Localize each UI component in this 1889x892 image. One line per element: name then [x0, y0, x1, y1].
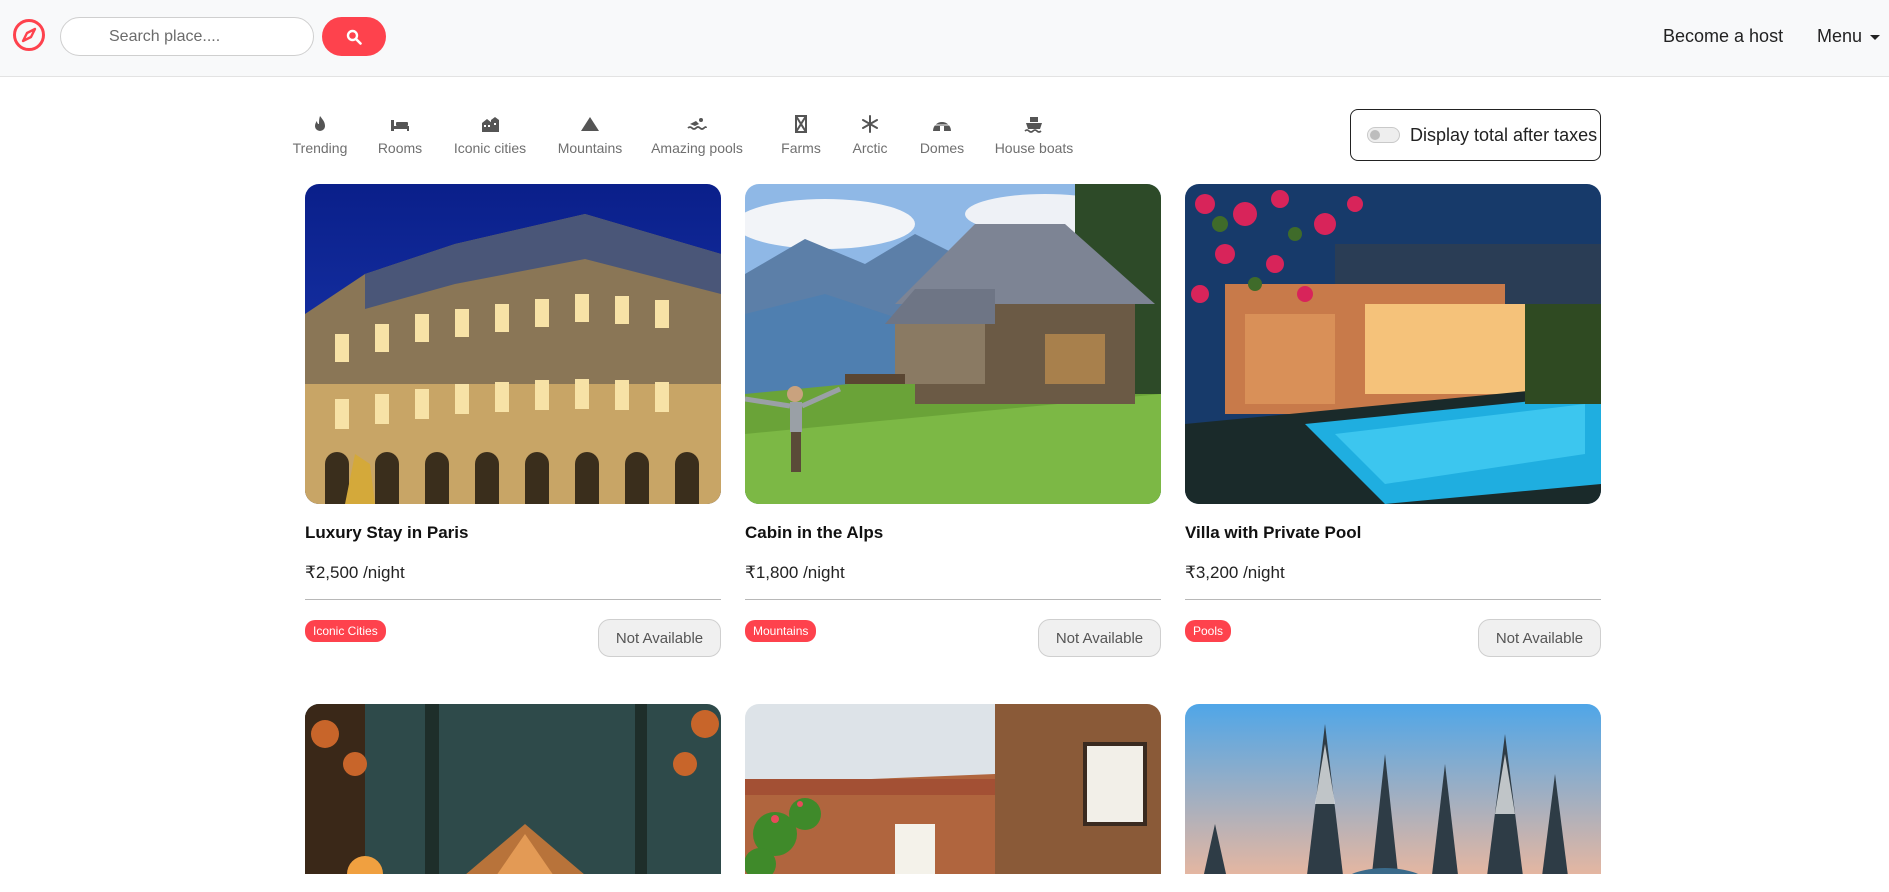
filter-label: Farms [781, 140, 821, 156]
availability-button[interactable]: Not Available [1038, 619, 1161, 657]
filter-label: Rooms [377, 140, 423, 156]
tax-toggle[interactable]: Display total after taxes [1350, 109, 1601, 161]
listing-card[interactable] [305, 704, 721, 874]
compass-icon[interactable] [12, 18, 46, 52]
listing-card[interactable]: Luxury Stay in Paris ₹2,500 /night Iconi… [305, 184, 721, 657]
listing-image[interactable] [305, 704, 721, 874]
listing-card[interactable]: Villa with Private Pool ₹3,200 /night Po… [1185, 184, 1601, 657]
listing-title[interactable]: Luxury Stay in Paris [305, 523, 721, 543]
filter-label: Amazing pools [651, 140, 743, 156]
filter-rooms[interactable]: Rooms [350, 114, 450, 156]
listing-card[interactable] [745, 704, 1161, 874]
listing-image[interactable] [1185, 704, 1601, 874]
availability-button[interactable]: Not Available [598, 619, 721, 657]
listing-price: ₹3,200 /night [1185, 563, 1285, 582]
filter-amazing-pools[interactable]: Amazing pools [647, 114, 747, 156]
search-input[interactable] [60, 17, 314, 56]
menu-dropdown[interactable]: Menu [1817, 26, 1881, 47]
listing-card[interactable] [1185, 704, 1601, 874]
filter-domes[interactable]: Domes [892, 114, 992, 156]
mountain-icon [581, 117, 599, 131]
filter-label: Arctic [852, 140, 888, 156]
listing-card[interactable]: Cabin in the Alps ₹1,800 /night Mountain… [745, 184, 1161, 657]
category-badge: Iconic Cities [305, 620, 386, 642]
igloo-icon [933, 122, 951, 131]
listing-image[interactable] [305, 184, 721, 504]
filter-iconic-cities[interactable]: Iconic cities [440, 114, 540, 156]
search-icon [346, 29, 362, 45]
availability-button[interactable]: Not Available [1478, 619, 1601, 657]
category-badge: Pools [1185, 620, 1232, 642]
navbar: Become a host Menu [0, 0, 1889, 77]
listing-title[interactable]: Cabin in the Alps [745, 523, 1161, 543]
filter-label: Trending [292, 140, 348, 156]
search-button[interactable] [322, 17, 386, 56]
filter-mountains[interactable]: Mountains [540, 114, 640, 156]
filter-label: House boats [994, 140, 1074, 156]
farm-icon [795, 115, 807, 133]
listing-price: ₹1,800 /night [745, 563, 845, 582]
listing-image[interactable] [1185, 184, 1601, 504]
bed-icon [391, 120, 409, 131]
listing-image[interactable] [745, 184, 1161, 504]
snowflake-icon [862, 115, 878, 133]
swimmer-icon [687, 118, 707, 130]
category-badge: Mountains [745, 620, 817, 642]
menu-label: Menu [1817, 26, 1863, 46]
become-host-link[interactable]: Become a host [1663, 26, 1783, 47]
tax-switch[interactable] [1367, 127, 1400, 143]
chevron-down-icon [1870, 35, 1881, 40]
filter-house-boats[interactable]: House boats [984, 114, 1084, 156]
listing-title[interactable]: Villa with Private Pool [1185, 523, 1601, 543]
ship-icon [1024, 117, 1042, 133]
fire-icon [315, 116, 325, 131]
tax-toggle-label: Display total after taxes [1410, 124, 1598, 145]
listing-image[interactable] [745, 704, 1161, 874]
filter-label: Mountains [557, 140, 623, 156]
filter-label: Iconic cities [453, 140, 527, 156]
listing-price: ₹2,500 /night [305, 563, 405, 582]
city-icon [482, 117, 499, 132]
filter-label: Domes [919, 140, 965, 156]
